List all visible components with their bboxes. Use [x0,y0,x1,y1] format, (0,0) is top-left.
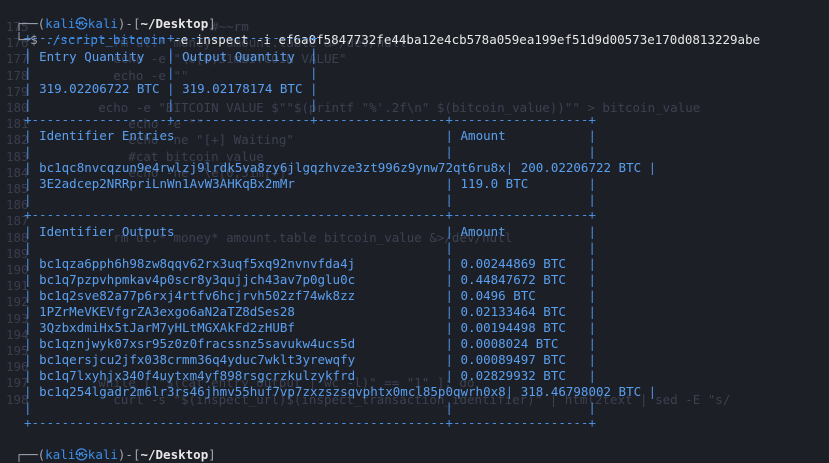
identifier-entries-header: Identifier Entries [39,128,175,143]
outputs-amount-header: Amount [460,224,506,239]
prompt-host: kali [87,447,118,462]
entry-amount: 200.02206722 BTC [520,160,649,175]
entry-quantity-header: Entry Quantity [39,49,145,64]
output-row: | bc1q2sve82a77p6rxj4rtfv6hcjrvh502zf74w… [24,288,596,303]
output-identifier[interactable]: bc1qersjcu2jfx038crmm36q4yduc7wklt3yrewq… [39,352,445,367]
table2-border-top: +---------------------------------------… [24,112,596,127]
entry-row: | 3E2adcep2NRRpriLnWn1AvW3AHKqBx2mMr | 1… [24,176,596,191]
entries-blank: | | | [24,144,596,159]
output-identifier[interactable]: 1PZrMeVKEVfgrZA3exgo6aN2aTZ8dSes28 [39,304,445,319]
prompt-close: )-[ [117,447,141,462]
entries-blank2: | | | [24,192,596,207]
output-identifier[interactable]: bc1q7pzpvhpmkav4p0scr8y3qujjch43av7p0glu… [39,272,445,287]
output-row: | 3QzbxdmiHx5tJarM7yHLtMGXAkFd2zHUBf | 0… [24,320,596,335]
table1-blank3: | | | [24,97,318,112]
table2-border-bottom: +---------------------------------------… [24,415,596,430]
output-identifier[interactable]: 3QzbxdmiHx5tJarM7yHLtMGXAkFd2zHUBf [39,320,445,335]
prompt-dir: ~/Desktop [140,447,209,462]
output-row: | bc1q7pzpvhpmkav4p0scr8y3qujjch43av7p0g… [24,272,596,287]
output-amount: 0.00089497 BTC [460,352,589,367]
output-identifier[interactable]: bc1q7lxyhjx340f4uytxm4yf898rsgcrzkulzykf… [39,368,445,383]
prompt-user: kali [45,447,76,462]
prompt-open: ┌──( [15,447,46,462]
table2-border-mid: +---------------------------------------… [24,207,596,222]
output-identifier[interactable]: bc1q2sve82a77p6rxj4rtfv6hcjrvh502zf74wk8… [39,288,445,303]
table1-border-top: +------------------+------------------+ [24,30,318,45]
shell-prompt-bottom: ┌──(kali㉿kali)-[~/Desktop] [0,431,216,462]
output-identifier[interactable]: bc1qza6pph6h98zw8qqv62rx3uqf5xq92nvnvfda… [39,256,445,271]
outputs-blank: | | | [24,240,596,255]
entry-identifier[interactable]: 3E2adcep2NRRpriLnWn1AvW3AHKqBx2mMr [39,176,445,191]
output-amount: 0.0496 BTC [460,288,589,303]
output-row: | bc1qza6pph6h98zw8qqv62rx3uqf5xq92nvnvf… [24,256,596,271]
entry-quantity-value: 319.02206722 BTC [39,81,160,96]
output-identifier[interactable]: bc1qznjwyk07xsr95z0z0fracssnz5savukw4ucs… [39,336,445,351]
output-amount: 0.02133464 BTC [460,304,589,319]
prompt-end: ] [208,447,216,462]
output-amount: 0.44847672 BTC [460,272,589,287]
outputs-blank2: | | | [24,400,596,415]
shell-prompt: ┌──(kali㉿kali)-[~/Desktop] [0,0,216,31]
output-identifier[interactable]: bc1q254lgadr2m6lr3rs46jhmv55huf7vp7zxzsz… [39,384,506,399]
output-row: | bc1q254lgadr2m6lr3rs46jhmv55huf7vp7zxz… [24,384,657,399]
output-amount: 318.46798002 BTC [520,384,649,399]
output-quantity-value: 319.02178174 BTC [182,81,303,96]
output-amount: 0.02829932 BTC [460,368,589,383]
entries-amount-header: Amount [460,128,506,143]
entry-row: | bc1qc8nvcqzun9e4rwlzj9lrdk5va8zy6jlgqz… [24,160,657,175]
output-amount: 0.00244869 BTC [460,256,589,271]
table1-header-row: | Entry Quantity | Output Quantity | [24,49,318,64]
output-row: | bc1q7lxyhjx340f4uytxm4yf898rsgcrzkulzy… [24,368,596,383]
output-row: | bc1qersjcu2jfx038crmm36q4yduc7wklt3yre… [24,352,596,367]
output-quantity-header: Output Quantity [182,49,295,64]
output-row: | bc1qznjwyk07xsr95z0z0fracssnz5savukw4u… [24,336,596,351]
entry-identifier[interactable]: bc1qc8nvcqzun9e4rwlzj9lrdk5va8zy6jlgqzhv… [39,160,506,175]
output-row: | 1PZrMeVKEVfgrZA3exgo6aN2aTZ8dSes28 | 0… [24,304,596,319]
table1-blank2: | | | [24,65,318,80]
output-amount: 0.00194498 BTC [460,320,589,335]
output-amount: 0.0008024 BTC [460,336,589,351]
identifier-outputs-header: Identifier Outputs [39,224,175,239]
prompt-at: ㉿ [75,447,88,462]
table1-value-row: | 319.02206722 BTC | 319.02178174 BTC | [24,81,318,96]
entries-header-row: | Identifier Entries | Amount | [24,128,596,143]
outputs-header-row: | Identifier Outputs | Amount | [24,224,596,239]
entry-amount: 119.0 BTC [460,176,589,191]
